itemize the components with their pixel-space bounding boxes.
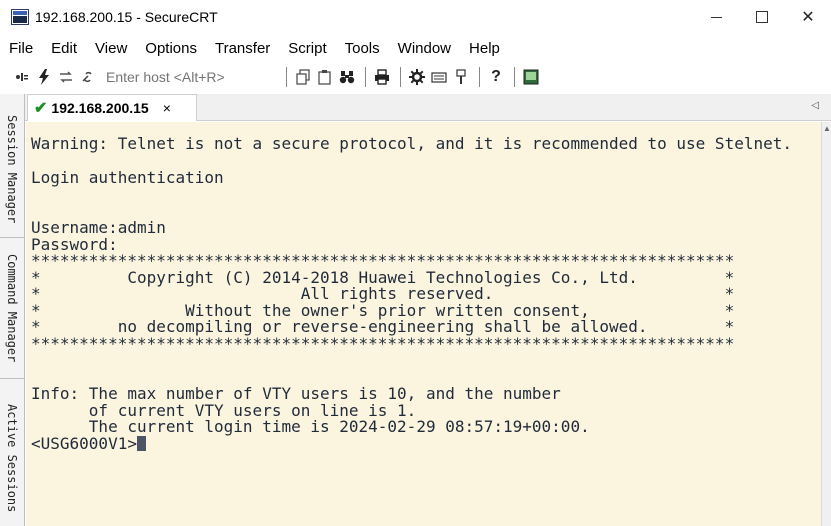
session-manager-tab[interactable]: Session Manager — [0, 101, 24, 238]
sftp-icon[interactable] — [451, 67, 471, 87]
toolbar: ? — [0, 62, 831, 92]
keymap-icon[interactable] — [429, 67, 449, 87]
session-tab-label: 192.168.200.15 — [51, 100, 149, 116]
toolbar-separator — [286, 67, 287, 87]
scroll-up-arrow-icon[interactable]: ▲ — [823, 124, 831, 133]
command-manager-label: Command Manager — [5, 254, 19, 363]
minimize-button[interactable] — [693, 0, 739, 34]
menu-help[interactable]: Help — [469, 40, 500, 57]
menu-transfer[interactable]: Transfer — [215, 40, 270, 57]
copy-icon[interactable] — [293, 67, 313, 87]
terminal-line: ****************************************… — [31, 333, 735, 353]
menu-edit[interactable]: Edit — [51, 40, 77, 57]
lightning-icon[interactable] — [34, 67, 54, 87]
terminal-prompt-line: <USG6000V1> — [31, 433, 821, 453]
connect-bar-icon[interactable] — [12, 67, 32, 87]
link-icon[interactable] — [78, 67, 98, 87]
session-manager-label: Session Manager — [5, 114, 19, 224]
print-icon[interactable] — [372, 67, 392, 87]
menu-file[interactable]: File — [9, 40, 33, 57]
terminal-output[interactable]: Warning: Telnet is not a secure protocol… — [26, 122, 821, 526]
connected-check-icon: ✔ — [34, 100, 48, 117]
active-sessions-tab[interactable]: Active Sessions — [0, 390, 24, 526]
side-panel: Session Manager Command Manager Active S… — [0, 94, 25, 526]
menu-bar: File Edit View Options Transfer Script T… — [0, 36, 518, 60]
terminal-line: Login authentication — [31, 167, 224, 187]
securecrt-app-icon — [11, 9, 29, 25]
toolbar-separator — [514, 67, 515, 87]
menu-script[interactable]: Script — [288, 40, 326, 57]
reconnect-icon[interactable] — [56, 67, 76, 87]
find-icon[interactable] — [337, 67, 357, 87]
terminal-line: Username:admin — [31, 218, 166, 237]
session-tab[interactable]: ✔ 192.168.200.15 × — [27, 94, 197, 121]
menu-tools[interactable]: Tools — [345, 40, 380, 57]
command-manager-tab[interactable]: Command Manager — [0, 239, 24, 379]
help-icon[interactable]: ? — [486, 67, 506, 87]
menu-options[interactable]: Options — [145, 40, 197, 57]
maximize-button[interactable] — [739, 0, 785, 34]
menu-view[interactable]: View — [95, 40, 127, 57]
toolbar-separator — [400, 67, 401, 87]
session-tab-bar: ✔ 192.168.200.15 × ◁ — [0, 94, 831, 121]
tab-scroll-left-icon[interactable]: ◁ — [811, 100, 819, 111]
title-bar: 192.168.200.15 - SecureCRT ✕ — [0, 0, 831, 34]
terminal-line: Warning: Telnet is not a secure protocol… — [31, 134, 792, 153]
terminal-prompt: <USG6000V1> — [31, 433, 137, 453]
host-input[interactable] — [106, 69, 280, 85]
screen-icon[interactable] — [521, 67, 541, 87]
paste-icon[interactable] — [315, 67, 335, 87]
close-button[interactable]: ✕ — [785, 0, 831, 34]
terminal-cursor — [136, 435, 146, 451]
active-sessions-label: Active Sessions — [5, 403, 19, 513]
window-controls: ✕ — [693, 0, 831, 34]
tab-close-button[interactable]: × — [163, 100, 171, 116]
toolbar-separator — [479, 67, 480, 87]
terminal-line: The current login time is 2024-02-29 08:… — [31, 417, 590, 436]
menu-window[interactable]: Window — [398, 40, 451, 57]
toolbar-separator — [365, 67, 366, 87]
settings-icon[interactable] — [407, 67, 427, 87]
terminal-scrollbar[interactable]: ▲ — [821, 122, 831, 526]
window-title: 192.168.200.15 - SecureCRT — [35, 9, 218, 25]
